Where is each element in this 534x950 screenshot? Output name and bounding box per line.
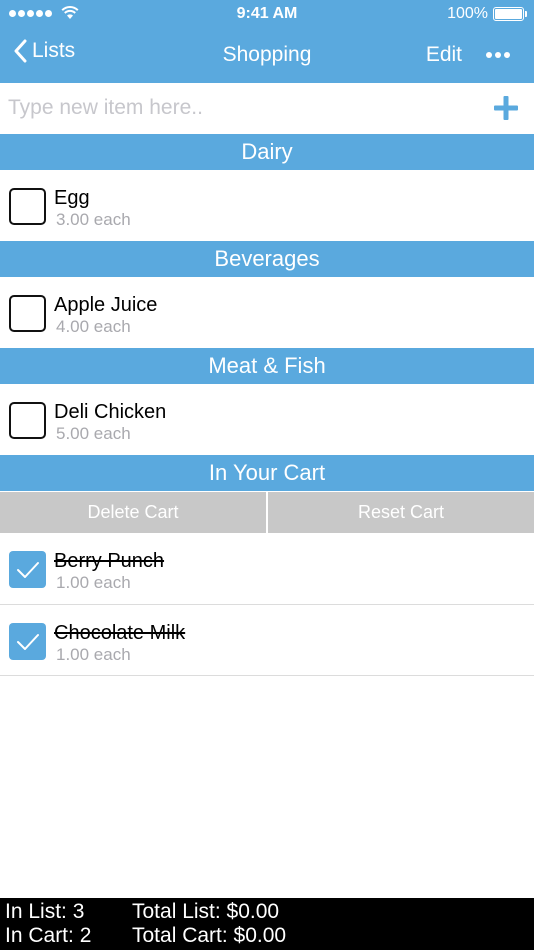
item-checkbox-checked[interactable] [9, 551, 46, 588]
item-checkbox[interactable] [9, 188, 46, 225]
status-bar: 9:41 AM 100% [0, 0, 534, 28]
item-name: Berry Punch [54, 550, 165, 572]
item-name: Apple Juice [54, 294, 158, 316]
list-item[interactable]: Deli Chicken 5.00 each [0, 384, 534, 455]
list-item[interactable]: Egg 3.00 each [0, 170, 534, 241]
cart-item[interactable]: Berry Punch 1.00 each [0, 533, 534, 604]
totals-footer: In List: 3 In Cart: 2 Total List: $0.00 … [0, 898, 534, 950]
section-header-dairy: Dairy [0, 134, 534, 170]
section-header-cart: In Your Cart [0, 455, 534, 491]
checkmark-icon [17, 562, 39, 578]
item-checkbox-checked[interactable] [9, 623, 46, 660]
cart-actions: Delete Cart Reset Cart [0, 492, 534, 533]
in-list-count: In List: 3 [5, 900, 85, 923]
row-divider [0, 675, 534, 676]
total-cart: Total Cart: $0.00 [132, 924, 287, 947]
top-bar: 9:41 AM 100% Lists Shopping Edit [0, 0, 534, 83]
section-header-beverages: Beverages [0, 241, 534, 277]
item-price: 4.00 each [56, 317, 131, 336]
reset-cart-button[interactable]: Reset Cart [266, 492, 534, 533]
battery-tip [525, 11, 527, 17]
total-list: Total List: $0.00 [132, 900, 280, 923]
item-price: 3.00 each [56, 210, 131, 229]
cart-item[interactable]: Chocolate Milk 1.00 each [0, 605, 534, 676]
new-item-input[interactable] [8, 91, 478, 125]
battery-percent: 100% [447, 5, 488, 22]
nav-bar: Lists Shopping Edit [0, 28, 534, 83]
section-header-meat-fish: Meat & Fish [0, 348, 534, 384]
new-item-row [0, 83, 534, 134]
item-checkbox[interactable] [9, 295, 46, 332]
checkmark-icon [17, 634, 39, 650]
edit-button[interactable]: Edit [426, 43, 462, 67]
item-price: 1.00 each [56, 573, 131, 592]
item-price: 5.00 each [56, 424, 131, 443]
item-checkbox[interactable] [9, 402, 46, 439]
item-name: Chocolate Milk [54, 622, 186, 644]
delete-cart-button[interactable]: Delete Cart [0, 492, 266, 533]
in-cart-count: In Cart: 2 [5, 924, 92, 947]
item-name: Egg [54, 187, 90, 209]
item-name: Deli Chicken [54, 401, 167, 423]
more-icon[interactable] [486, 52, 510, 58]
item-price: 1.00 each [56, 645, 131, 664]
list-item[interactable]: Apple Juice 4.00 each [0, 277, 534, 348]
plus-icon[interactable] [494, 96, 518, 120]
battery-icon [493, 7, 524, 21]
